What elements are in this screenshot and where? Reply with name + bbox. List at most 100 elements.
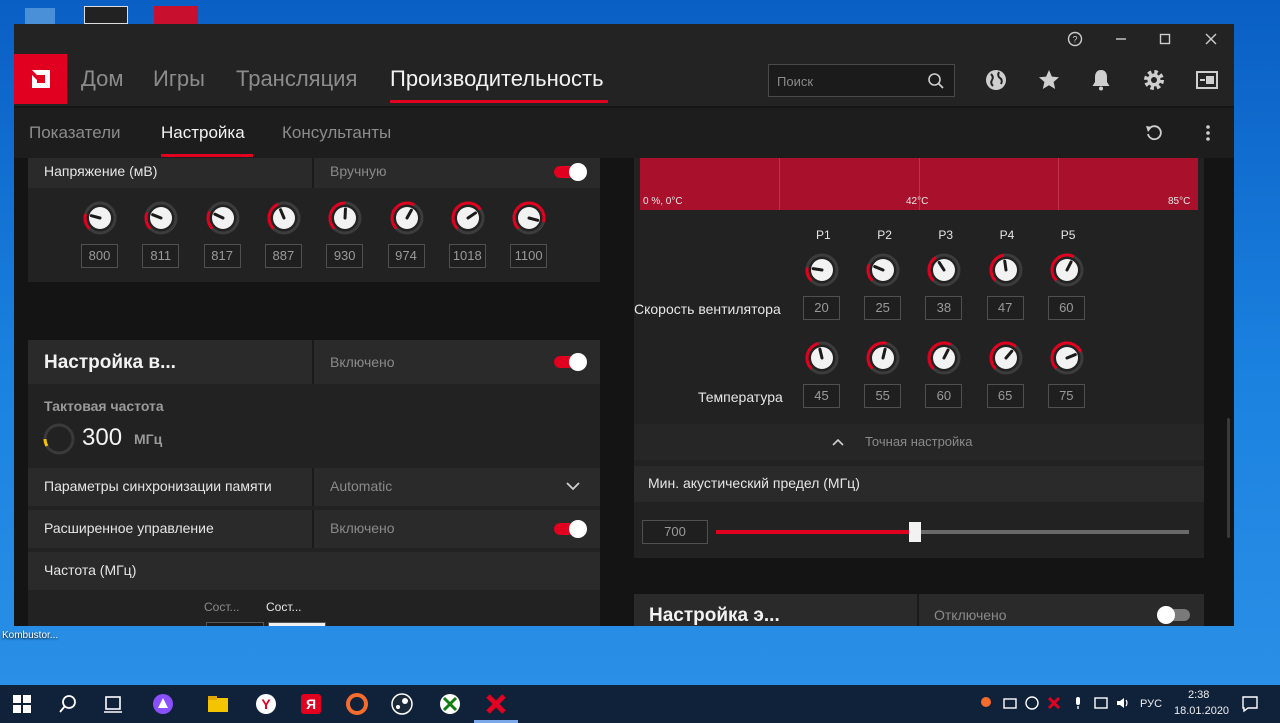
amd-logo[interactable] — [14, 54, 67, 104]
voltage-knob[interactable] — [82, 200, 118, 236]
fan-speed-knob[interactable] — [926, 252, 962, 288]
tab-tuning[interactable]: Настройка — [161, 123, 245, 143]
fan-speed-value-box[interactable]: 20 — [803, 296, 840, 320]
tab-metrics[interactable]: Показатели — [29, 123, 121, 143]
maximize-button[interactable] — [1142, 24, 1188, 54]
temperature-knob[interactable] — [926, 340, 962, 376]
memory-sync-value[interactable]: Automatic — [330, 478, 392, 494]
task-view-icon[interactable] — [101, 692, 125, 716]
nav-home[interactable]: Дом — [81, 66, 124, 92]
voltage-knob[interactable] — [511, 200, 547, 236]
tab-advisors[interactable]: Консультанты — [282, 123, 391, 143]
temperature-value-box[interactable]: 65 — [986, 384, 1024, 408]
nav-streaming[interactable]: Трансляция — [236, 66, 357, 92]
fan-speed-knob[interactable] — [865, 252, 901, 288]
close-button[interactable] — [1188, 24, 1234, 54]
fan-speed-knob[interactable] — [804, 252, 840, 288]
nav-performance[interactable]: Производительность — [390, 66, 604, 92]
desktop-icon-app[interactable] — [84, 6, 128, 24]
fan-speed-value-box[interactable]: 38 — [925, 296, 963, 320]
voltage-knob[interactable] — [450, 200, 486, 236]
steam-icon[interactable] — [390, 692, 414, 716]
temperature-knob[interactable] — [988, 340, 1024, 376]
voltage-value-box[interactable]: 1018 — [448, 244, 486, 268]
temperature-knob-dial[interactable] — [804, 340, 840, 376]
voltage-knob-dial[interactable] — [327, 200, 363, 236]
start-windows-icon[interactable] — [10, 692, 34, 716]
temperature-knob-dial[interactable] — [1049, 340, 1085, 376]
voltage-knob[interactable] — [143, 200, 179, 236]
tray-language[interactable]: РУС — [1140, 698, 1162, 710]
xbox-icon[interactable] — [438, 692, 462, 716]
reset-icon[interactable] — [1144, 123, 1164, 143]
nav-games[interactable]: Игры — [153, 66, 205, 92]
fine-tune-label[interactable]: Точная настройка — [865, 434, 973, 449]
tray-radeon-icon[interactable] — [1046, 695, 1062, 711]
fan-speed-knob[interactable] — [988, 252, 1024, 288]
yandex-browser-icon[interactable]: Y — [254, 692, 278, 716]
acoustic-limit-slider-thumb[interactable] — [908, 522, 921, 542]
voltage-value-box[interactable]: 887 — [264, 244, 302, 268]
more-options-icon[interactable] — [1200, 123, 1216, 143]
temperature-value-box[interactable]: 55 — [864, 384, 902, 408]
voltage-value-box[interactable]: 974 — [387, 244, 425, 268]
fan-speed-knob-dial[interactable] — [804, 252, 840, 288]
fan-speed-knob-dial[interactable] — [926, 252, 962, 288]
advanced-control-toggle[interactable] — [554, 520, 587, 538]
tray-network-icon[interactable] — [1002, 695, 1018, 711]
voltage-knob-dial[interactable] — [389, 200, 425, 236]
temperature-value-box[interactable]: 45 — [803, 384, 840, 408]
desktop-icon-folder[interactable] — [25, 8, 55, 24]
voltage-value-box[interactable]: 1100 — [510, 244, 548, 268]
temperature-knob[interactable] — [804, 340, 840, 376]
settings-gear-icon[interactable] — [1142, 68, 1166, 92]
tray-steam-icon[interactable] — [1024, 695, 1040, 711]
tray-wifi-icon[interactable] — [1093, 695, 1109, 711]
minimize-button[interactable] — [1098, 24, 1144, 54]
tray-time[interactable]: 2:38 — [1188, 689, 1209, 701]
help-button[interactable]: ? — [1052, 24, 1098, 54]
acoustic-limit-slider-track[interactable] — [716, 522, 1189, 542]
temperature-knob[interactable] — [1049, 340, 1085, 376]
tray-volume-icon[interactable] — [1115, 695, 1131, 711]
voltage-toggle[interactable] — [554, 163, 587, 181]
state-box-a[interactable] — [206, 622, 264, 626]
search-box[interactable] — [768, 64, 955, 97]
temperature-knob-dial[interactable] — [926, 340, 962, 376]
fan-curve-chart[interactable]: 0 %, 0°C 42°C 85°C — [640, 158, 1198, 210]
fan-speed-knob-dial[interactable] — [1049, 252, 1085, 288]
desktop-icon-game[interactable] — [154, 6, 198, 24]
temperature-knob[interactable] — [865, 340, 901, 376]
tray-date[interactable]: 18.01.2020 — [1174, 705, 1229, 717]
favorites-star-icon[interactable] — [1037, 68, 1061, 92]
origin-icon[interactable] — [345, 692, 369, 716]
tray-microphone-icon[interactable] — [1070, 695, 1086, 711]
radeon-settings-taskbar-icon[interactable] — [484, 692, 508, 716]
tray-location-icon[interactable] — [978, 695, 994, 711]
voltage-value-box[interactable]: 817 — [203, 244, 241, 268]
notifications-bell-icon[interactable] — [1089, 68, 1113, 92]
fan-speed-value-box[interactable]: 47 — [986, 296, 1024, 320]
voltage-knob-dial[interactable] — [450, 200, 486, 236]
voltage-value-box[interactable]: 930 — [326, 244, 364, 268]
voltage-knob[interactable] — [327, 200, 363, 236]
globe-icon[interactable] — [984, 68, 1008, 92]
fan-speed-knob-dial[interactable] — [865, 252, 901, 288]
power-tuning-toggle[interactable] — [1157, 606, 1190, 624]
yandex-icon[interactable]: Я — [299, 692, 323, 716]
action-center-icon[interactable] — [1240, 694, 1260, 714]
search-icon[interactable] — [56, 692, 80, 716]
temperature-knob-dial[interactable] — [865, 340, 901, 376]
fan-speed-value-box[interactable]: 25 — [864, 296, 902, 320]
alice-assistant-icon[interactable] — [151, 692, 175, 716]
state-box-b[interactable] — [268, 622, 326, 626]
voltage-knob-dial[interactable] — [205, 200, 241, 236]
file-explorer-icon[interactable] — [206, 692, 230, 716]
chevron-down-icon[interactable] — [566, 481, 580, 491]
voltage-knob[interactable] — [389, 200, 425, 236]
fan-speed-knob-dial[interactable] — [988, 252, 1024, 288]
voltage-value-box[interactable]: 811 — [142, 244, 180, 268]
search-input[interactable] — [777, 71, 917, 91]
voltage-knob-dial[interactable] — [511, 200, 547, 236]
scrollbar[interactable] — [1227, 418, 1230, 538]
